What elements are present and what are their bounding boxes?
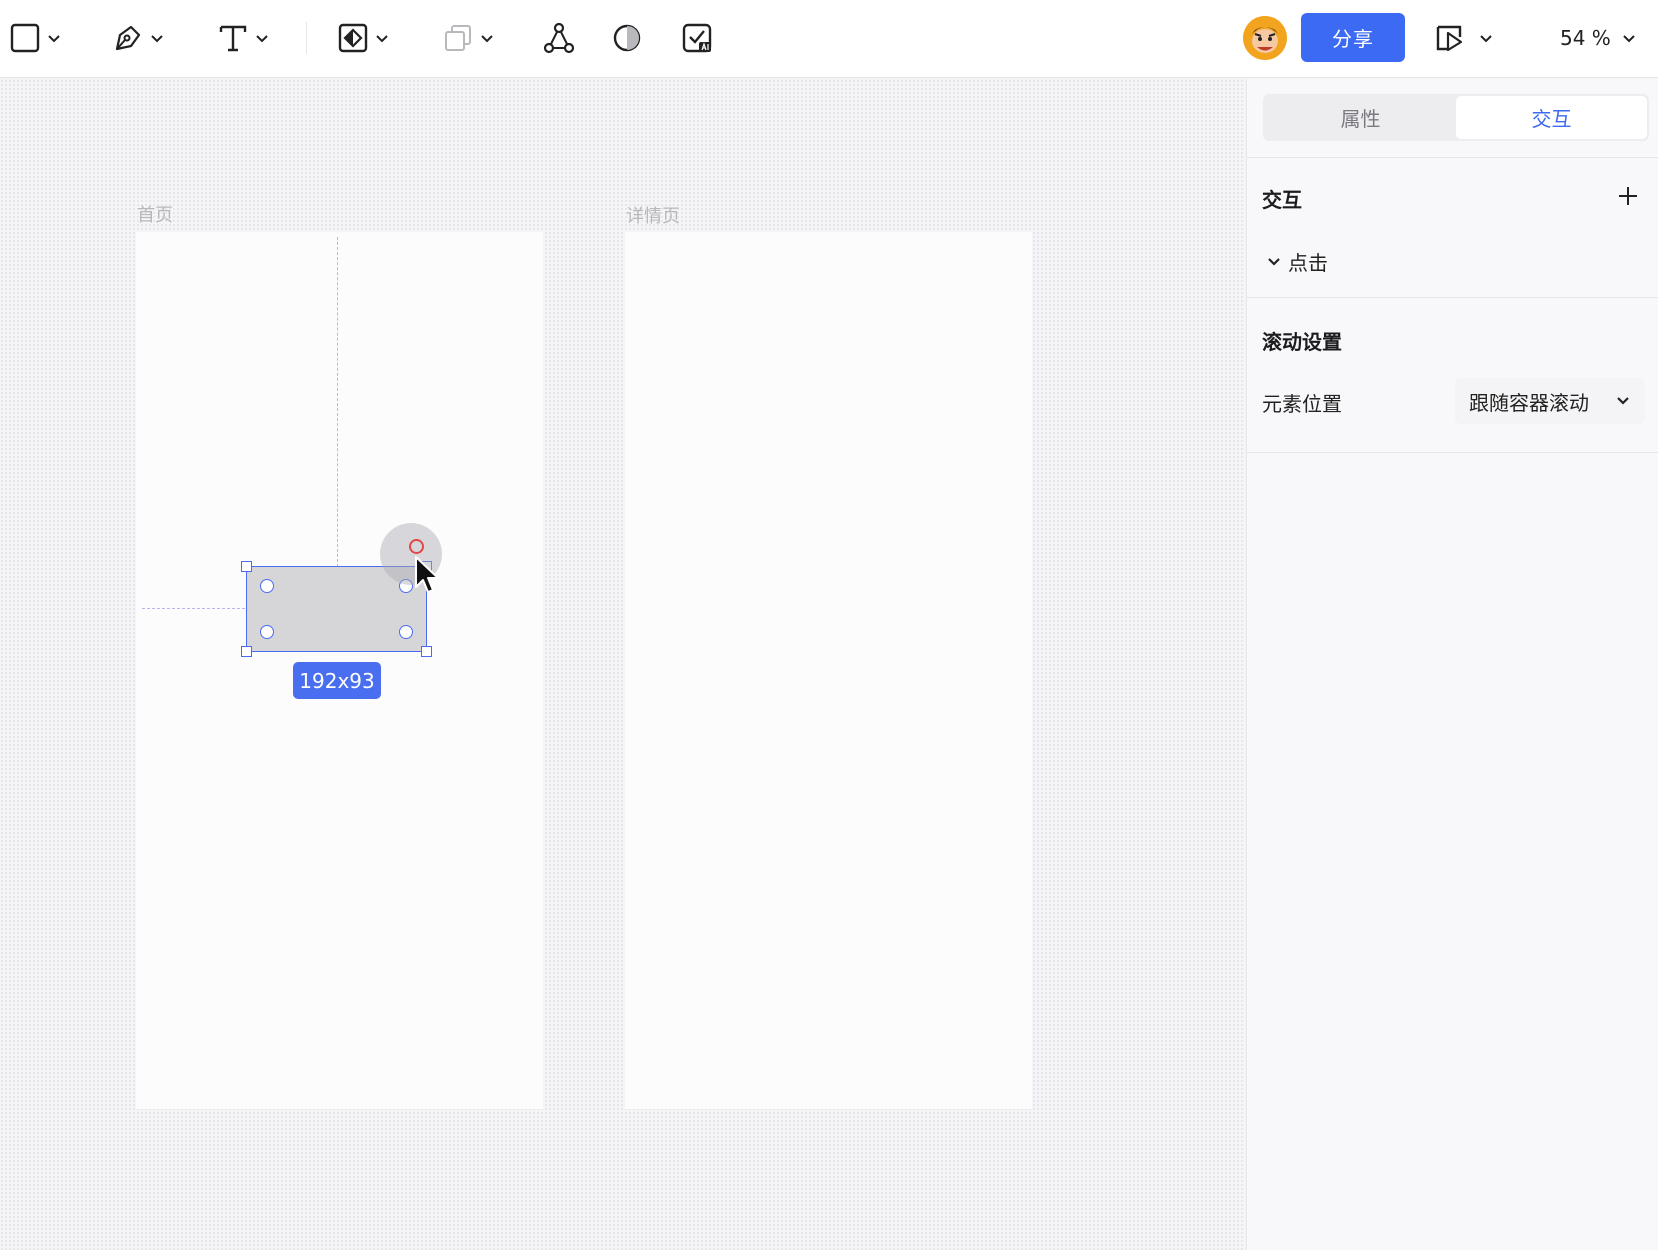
frame-label-detail[interactable]: 详情页: [626, 202, 680, 228]
ai-check-tool[interactable]: [681, 18, 713, 58]
chevron-down-icon: [256, 35, 268, 43]
element-position-value: 跟随容器滚动: [1469, 390, 1589, 415]
zoom-control[interactable]: 54 %: [1560, 22, 1637, 54]
play-preview-icon: [1436, 25, 1463, 52]
chevron-down-icon: [1268, 257, 1280, 266]
corner-radius-handle-bottom-left[interactable]: [260, 625, 274, 639]
add-interaction-icon[interactable]: [1617, 185, 1639, 207]
rectangle-icon: [10, 23, 40, 53]
interaction-section-title: 交互: [1262, 188, 1302, 212]
contrast-icon: [613, 24, 641, 52]
chevron-down-icon: [376, 35, 388, 43]
vector-network-tool[interactable]: [543, 18, 575, 58]
scroll-section-title: 滚动设置: [1262, 330, 1342, 354]
share-button[interactable]: 分享: [1301, 13, 1405, 62]
chevron-down-icon: [151, 35, 163, 43]
frame-detail[interactable]: [625, 232, 1032, 1109]
interaction-trigger-label: 点击: [1288, 251, 1328, 275]
tab-interaction[interactable]: 交互: [1456, 96, 1647, 139]
text-tool[interactable]: [218, 18, 270, 58]
text-icon: [219, 25, 247, 52]
alignment-guide-vertical: [337, 237, 338, 567]
avatar[interactable]: [1243, 16, 1287, 60]
chevron-down-icon: [1480, 35, 1492, 43]
element-position-select[interactable]: 跟随容器滚动: [1455, 378, 1645, 424]
toolbar-separator: [306, 22, 307, 54]
resize-handle-bottom-right[interactable]: [421, 646, 432, 657]
corner-radius-handle-bottom-right[interactable]: [399, 625, 413, 639]
chevron-down-icon: [1617, 397, 1629, 405]
preview-tool[interactable]: [1434, 18, 1494, 58]
size-badge: 192x93: [293, 662, 381, 699]
rotate-handle[interactable]: [409, 539, 424, 554]
element-position-label: 元素位置: [1262, 392, 1342, 416]
resize-handle-top-left[interactable]: [241, 561, 252, 572]
tab-properties[interactable]: 属性: [1265, 96, 1456, 139]
pen-icon: [115, 25, 141, 51]
panel-tabs: 属性 交互: [1263, 94, 1649, 141]
alignment-guide-horizontal: [142, 608, 245, 609]
zoom-level: 54 %: [1560, 26, 1611, 50]
toolbar: 分享 54 %: [0, 0, 1658, 78]
ai-check-icon: [682, 23, 712, 53]
mouse-pointer-icon: [415, 556, 439, 593]
component-icon: [338, 23, 368, 53]
interaction-trigger-row[interactable]: 点击: [1266, 247, 1328, 276]
divider: [1247, 157, 1658, 158]
vector-nodes-icon: [543, 22, 575, 54]
user-avatar-icon: [1243, 16, 1287, 60]
rectangle-tool[interactable]: [10, 18, 62, 58]
corner-radius-handle-top-left[interactable]: [260, 579, 274, 593]
divider: [1247, 452, 1658, 453]
frame-label-home[interactable]: 首页: [137, 201, 173, 227]
boolean-icon: [445, 25, 471, 51]
chevron-down-icon: [1623, 35, 1635, 43]
chevron-down-icon: [48, 35, 60, 43]
contrast-tool[interactable]: [612, 18, 642, 58]
component-tool[interactable]: [338, 18, 390, 58]
divider: [1247, 297, 1658, 298]
pen-tool[interactable]: [113, 18, 165, 58]
resize-handle-bottom-left[interactable]: [241, 646, 252, 657]
boolean-tool[interactable]: [443, 18, 495, 58]
chevron-down-icon: [481, 35, 493, 43]
